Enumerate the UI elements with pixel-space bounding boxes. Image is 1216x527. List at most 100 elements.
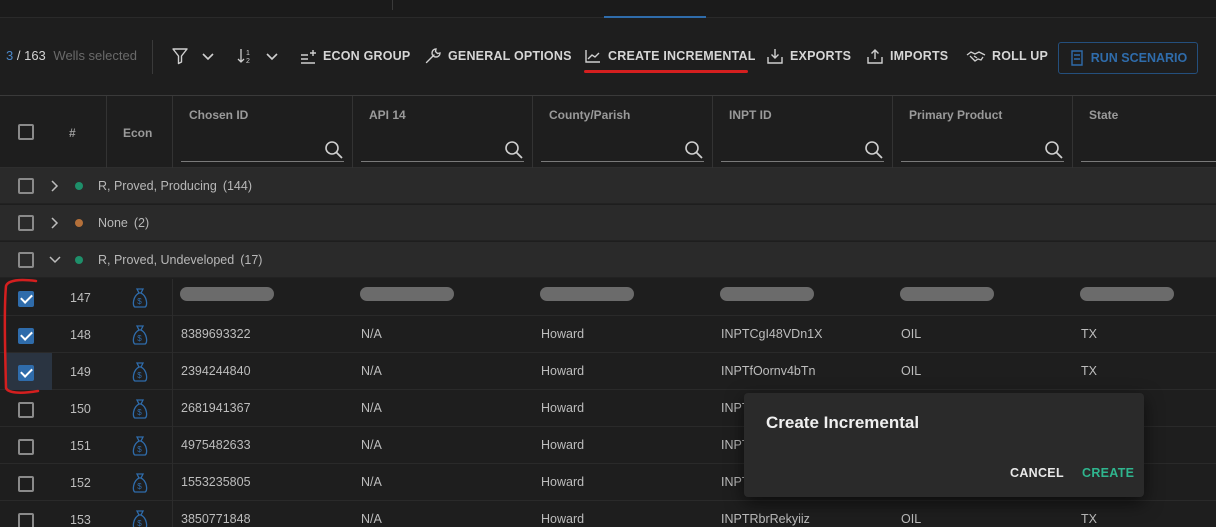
run-scenario-label: RUN SCENARIO xyxy=(1090,51,1188,65)
create-incremental-dialog: Create Incremental CANCEL CREATE xyxy=(744,393,1144,497)
tab-divider xyxy=(392,0,393,10)
filter-input[interactable] xyxy=(541,138,704,162)
svg-text:$: $ xyxy=(137,445,142,454)
money-bag-icon[interactable]: $ xyxy=(130,287,150,309)
econ-header: Econ xyxy=(123,126,153,140)
column-api-14[interactable]: API 14 xyxy=(352,96,532,168)
select-all-checkbox[interactable] xyxy=(18,124,34,140)
money-bag-icon[interactable]: $ xyxy=(130,398,150,420)
row-checkbox[interactable] xyxy=(18,513,34,527)
table-row[interactable]: 147 $ xyxy=(0,279,1216,316)
top-tab-strip xyxy=(0,0,1216,18)
econ-group-label: ECON GROUP xyxy=(323,49,411,63)
roll-up-button[interactable]: ROLL UP xyxy=(966,46,1048,66)
filter-icon[interactable] xyxy=(171,46,189,66)
money-bag-icon[interactable]: $ xyxy=(130,324,150,346)
filter-input[interactable] xyxy=(1081,138,1216,162)
svg-text:$: $ xyxy=(137,519,142,527)
cancel-button[interactable]: CANCEL xyxy=(1010,466,1064,480)
chevron-right-icon[interactable] xyxy=(48,179,62,193)
svg-text:2: 2 xyxy=(246,58,250,65)
row-number: 149 xyxy=(70,365,91,379)
filter-input[interactable] xyxy=(181,138,344,162)
county-cell: Howard xyxy=(541,475,585,489)
api-14-cell: N/A xyxy=(361,512,382,526)
row-checkbox[interactable] xyxy=(18,476,34,492)
row-checkbox[interactable] xyxy=(18,439,34,455)
toolbar-divider xyxy=(152,40,153,74)
exports-label: EXPORTS xyxy=(790,49,852,63)
group-row[interactable]: R, Proved, Undeveloped (17) xyxy=(0,242,1216,278)
total-count: / 163 xyxy=(16,48,46,63)
inpt-id-cell: INPTfOornv4bTn xyxy=(721,364,816,378)
primary-product-cell: OIL xyxy=(901,327,922,341)
econ-group-icon xyxy=(301,50,316,64)
svg-text:1: 1 xyxy=(246,50,250,57)
group-label: R, Proved, Undeveloped (17) xyxy=(98,253,263,267)
column-county-parish[interactable]: County/Parish xyxy=(532,96,712,168)
row-checkbox[interactable] xyxy=(18,402,34,418)
loading-placeholder xyxy=(180,287,274,301)
selection-label: Wells selected xyxy=(53,48,137,63)
column-primary-product[interactable]: Primary Product xyxy=(892,96,1072,168)
search-icon xyxy=(1045,141,1063,159)
export-icon xyxy=(767,49,783,64)
row-number: 148 xyxy=(70,328,91,342)
filter-input[interactable] xyxy=(901,138,1064,162)
chosen-id-cell: 2394244840 xyxy=(181,364,251,378)
sort-dropdown-chevron-icon[interactable] xyxy=(264,46,282,66)
svg-text:$: $ xyxy=(137,371,142,380)
general-options-button[interactable]: GENERAL OPTIONS xyxy=(424,46,572,66)
sort-icon[interactable]: 12 xyxy=(236,46,254,66)
run-scenario-button[interactable]: RUN SCENARIO xyxy=(1058,42,1198,74)
money-bag-icon[interactable]: $ xyxy=(130,509,150,527)
column-chosen-id[interactable]: Chosen ID xyxy=(172,96,352,168)
group-row[interactable]: R, Proved, Producing (144) xyxy=(0,168,1216,204)
econ-group-button[interactable]: ECON GROUP xyxy=(299,46,410,66)
chevron-down-icon[interactable] xyxy=(48,253,62,267)
money-bag-icon[interactable]: $ xyxy=(130,361,150,383)
imports-button[interactable]: IMPORTS xyxy=(866,46,948,66)
chosen-id-cell: 1553235805 xyxy=(181,475,251,489)
inpt-id-cell: INPTCgI48VDn1X xyxy=(721,327,823,341)
loading-placeholder xyxy=(720,287,814,301)
money-bag-icon[interactable]: $ xyxy=(130,435,150,457)
run-icon xyxy=(1071,50,1083,66)
imports-label: IMPORTS xyxy=(890,49,949,63)
column-title: INPT ID xyxy=(729,108,772,122)
annotation-underline xyxy=(584,70,748,73)
create-button[interactable]: CREATE xyxy=(1082,466,1134,480)
filter-input[interactable] xyxy=(361,138,524,162)
row-number: 150 xyxy=(70,402,91,416)
row-number-header: # xyxy=(69,126,76,140)
exports-button[interactable]: EXPORTS xyxy=(766,46,851,66)
column-title: API 14 xyxy=(369,108,406,122)
handshake-icon xyxy=(966,51,986,62)
column-title: County/Parish xyxy=(549,108,631,122)
group-row[interactable]: None (2) xyxy=(0,205,1216,241)
table-row[interactable]: 153 $ 3850771848 N/A Howard INPTRbrRekyi… xyxy=(0,501,1216,527)
county-cell: Howard xyxy=(541,512,585,526)
create-incremental-button[interactable]: CREATE INCREMENTAL xyxy=(584,46,756,66)
table-row[interactable]: 148 $ 8389693322 N/A Howard INPTCgI48VDn… xyxy=(0,316,1216,353)
column-title: State xyxy=(1089,108,1119,122)
column-inpt-id[interactable]: INPT ID xyxy=(712,96,892,168)
loading-placeholder xyxy=(1080,287,1174,301)
loading-placeholder xyxy=(360,287,454,301)
svg-text:$: $ xyxy=(137,482,142,491)
filter-input[interactable] xyxy=(721,138,884,162)
dialog-title: Create Incremental xyxy=(766,413,920,432)
money-bag-icon[interactable]: $ xyxy=(130,472,150,494)
filter-dropdown-chevron-icon[interactable] xyxy=(200,46,218,66)
search-icon xyxy=(865,141,883,159)
group-checkbox[interactable] xyxy=(18,178,34,194)
table-row[interactable]: 149 $ 2394244840 N/A Howard INPTfOornv4b… xyxy=(0,353,1216,390)
group-checkbox[interactable] xyxy=(18,215,34,231)
column-state[interactable]: State xyxy=(1072,96,1216,168)
primary-product-cell: OIL xyxy=(901,364,922,378)
group-label: R, Proved, Producing (144) xyxy=(98,179,252,193)
roll-up-label: ROLL UP xyxy=(992,49,1049,63)
chevron-right-icon[interactable] xyxy=(48,216,62,230)
group-checkbox[interactable] xyxy=(18,252,34,268)
api-14-cell: N/A xyxy=(361,401,382,415)
